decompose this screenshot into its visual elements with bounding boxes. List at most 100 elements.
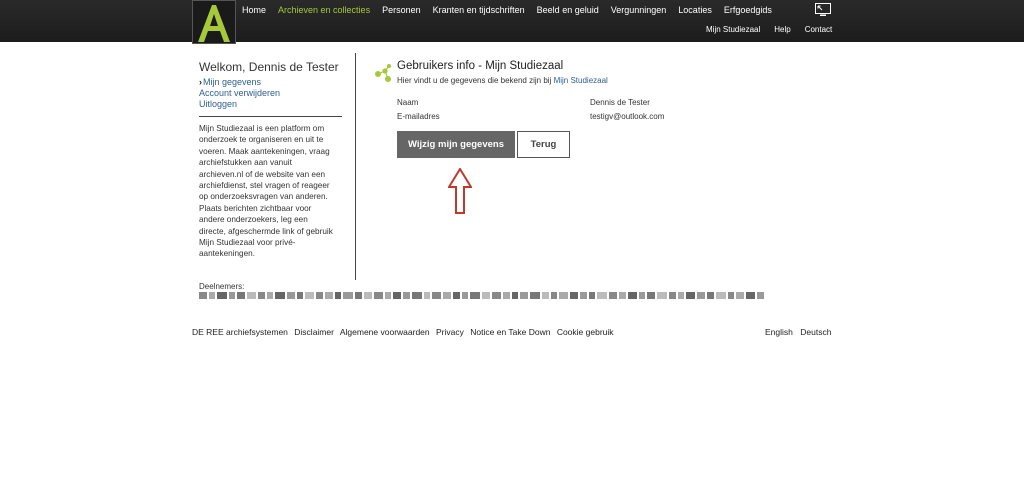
- participant-logo-icon[interactable]: [412, 292, 422, 299]
- participant-logo-icon[interactable]: [247, 292, 256, 299]
- participant-logo-icon[interactable]: [462, 292, 468, 299]
- participant-logo-icon[interactable]: [647, 292, 655, 299]
- participant-logo-icon[interactable]: [746, 292, 755, 299]
- subnav-contact[interactable]: Contact: [805, 25, 833, 34]
- participant-logo-icon[interactable]: [217, 292, 227, 299]
- welcome-heading: Welkom, Dennis de Tester: [199, 60, 339, 74]
- participant-logo-icon[interactable]: [628, 292, 637, 299]
- participant-logo-icon[interactable]: [258, 292, 265, 299]
- participant-logo-icon[interactable]: [374, 292, 383, 299]
- participant-logo-icon[interactable]: [355, 292, 362, 299]
- archieven-logo[interactable]: [192, 0, 236, 44]
- footer-link-disclaimer[interactable]: Disclaimer: [294, 327, 334, 337]
- footer-link-de-ree[interactable]: DE REE archiefsystemen: [192, 327, 288, 337]
- participant-logo-icon[interactable]: [551, 292, 557, 299]
- nav-kranten-en-tijdschriften[interactable]: Kranten en tijdschriften: [433, 5, 525, 15]
- participant-logo-icon[interactable]: [728, 292, 734, 299]
- participant-logo-icon[interactable]: [512, 292, 518, 299]
- participant-logo-icon[interactable]: [305, 292, 314, 299]
- participant-logo-icon[interactable]: [229, 292, 235, 299]
- participant-logo-icon[interactable]: [364, 292, 372, 299]
- participant-logo-icon[interactable]: [639, 292, 645, 299]
- mijn-studiezaal-link[interactable]: Mijn Studiezaal: [554, 76, 608, 85]
- participant-logo-icon[interactable]: [432, 292, 441, 299]
- participant-logo-icon[interactable]: [199, 292, 207, 299]
- participant-logo-icon[interactable]: [316, 292, 323, 299]
- back-button[interactable]: Terug: [517, 131, 570, 158]
- participant-logo-icon[interactable]: [589, 292, 595, 299]
- nav-archieven-en-collecties[interactable]: Archieven en collecties: [278, 5, 370, 15]
- nav-beeld-en-geluid[interactable]: Beeld en geluid: [537, 5, 599, 15]
- participant-logo-icon[interactable]: [619, 292, 626, 299]
- footer-link-notice-take-down[interactable]: Notice en Take Down: [470, 327, 550, 337]
- participant-logo-icon[interactable]: [609, 292, 617, 299]
- fullscreen-icon[interactable]: [815, 3, 831, 17]
- participant-logo-icon[interactable]: [570, 292, 578, 299]
- participant-logo-icon[interactable]: [707, 292, 714, 299]
- footer-link-cookie-gebruik[interactable]: Cookie gebruik: [557, 327, 614, 337]
- participant-logo-icon[interactable]: [580, 292, 587, 299]
- edit-profile-button[interactable]: Wijzig mijn gegevens: [397, 131, 515, 158]
- account-menu: ›Mijn gegevens Account verwijderen Uitlo…: [199, 77, 344, 110]
- language-deutsch[interactable]: Deutsch: [800, 327, 831, 337]
- participant-logo-icon[interactable]: [335, 292, 341, 299]
- description-line: op onderzoeksvragen van anderen.: [199, 192, 328, 202]
- participant-logo-icon[interactable]: [237, 292, 245, 299]
- participant-logo-icon[interactable]: [492, 292, 501, 299]
- participant-logo-icon[interactable]: [287, 292, 295, 299]
- footer-link-privacy[interactable]: Privacy: [436, 327, 464, 337]
- language-english[interactable]: English: [765, 327, 793, 337]
- participant-logo-icon[interactable]: [503, 292, 510, 299]
- footer-link-algemene-voorwaarden[interactable]: Algemene voorwaarden: [340, 327, 430, 337]
- menu-item-uitloggen[interactable]: Uitloggen: [199, 99, 344, 110]
- menu-item-label: Mijn gegevens: [203, 77, 262, 87]
- participant-logo-icon[interactable]: [669, 292, 676, 299]
- menu-item-account-verwijderen[interactable]: Account verwijderen: [199, 88, 344, 99]
- participant-logo-icon[interactable]: [403, 292, 410, 299]
- participant-logo-icon[interactable]: [757, 292, 764, 299]
- participant-logo-icon[interactable]: [716, 292, 726, 299]
- subtitle-text: Hier vindt u de gegevens die bekend zijn…: [397, 76, 552, 85]
- participant-logo-icon[interactable]: [297, 292, 303, 299]
- description-line: Plaats berichten zichtbaar voor: [199, 203, 312, 213]
- subnav-mijn-studiezaal[interactable]: Mijn Studiezaal: [706, 25, 760, 34]
- field-value-naam: Dennis de Tester: [590, 98, 650, 107]
- participant-logo-icon[interactable]: [343, 292, 353, 299]
- field-label-naam: Naam: [397, 98, 419, 107]
- top-navigation-bar: Home Archieven en collecties Personen Kr…: [0, 0, 1024, 44]
- nav-vergunningen[interactable]: Vergunningen: [611, 5, 667, 15]
- participant-logo-icon[interactable]: [443, 292, 451, 299]
- participant-logo-icon[interactable]: [325, 292, 333, 299]
- participant-logo-icon[interactable]: [657, 292, 667, 299]
- participant-logo-icon[interactable]: [267, 292, 273, 299]
- account-sidebar: Welkom, Dennis de Tester ›Mijn gegevens …: [199, 60, 344, 260]
- participant-logos: [199, 292, 819, 301]
- nav-locaties[interactable]: Locaties: [678, 5, 712, 15]
- participant-logo-icon[interactable]: [209, 292, 215, 299]
- participant-logo-icon[interactable]: [697, 292, 705, 299]
- footer-links: DE REE archiefsystemen Disclaimer Algeme…: [192, 327, 618, 337]
- menu-item-mijn-gegevens[interactable]: ›Mijn gegevens: [199, 77, 344, 88]
- subnav-help[interactable]: Help: [774, 25, 790, 34]
- participant-logo-icon[interactable]: [275, 292, 285, 299]
- participant-logo-icon[interactable]: [530, 292, 540, 299]
- participant-logo-icon[interactable]: [453, 292, 460, 299]
- participant-logo-icon[interactable]: [393, 292, 401, 299]
- participant-logo-icon[interactable]: [424, 292, 430, 299]
- participant-logo-icon[interactable]: [686, 292, 695, 299]
- participant-logo-icon[interactable]: [678, 292, 684, 299]
- nav-personen[interactable]: Personen: [382, 5, 421, 15]
- nav-erfgoedgids[interactable]: Erfgoedgids: [724, 5, 772, 15]
- description-line: aantekeningen.: [199, 249, 255, 259]
- participant-logo-icon[interactable]: [482, 292, 490, 299]
- participant-logo-icon[interactable]: [470, 292, 480, 299]
- studiezaal-description: Mijn Studiezaal is een platform om onder…: [199, 123, 344, 260]
- participant-logo-icon[interactable]: [597, 292, 607, 299]
- page-title: Gebruikers info - Mijn Studiezaal: [397, 60, 564, 72]
- participant-logo-icon[interactable]: [736, 292, 744, 299]
- nav-home[interactable]: Home: [242, 5, 266, 15]
- participant-logo-icon[interactable]: [542, 292, 549, 299]
- participant-logo-icon[interactable]: [559, 292, 568, 299]
- participant-logo-icon[interactable]: [385, 292, 391, 299]
- participant-logo-icon[interactable]: [520, 292, 528, 299]
